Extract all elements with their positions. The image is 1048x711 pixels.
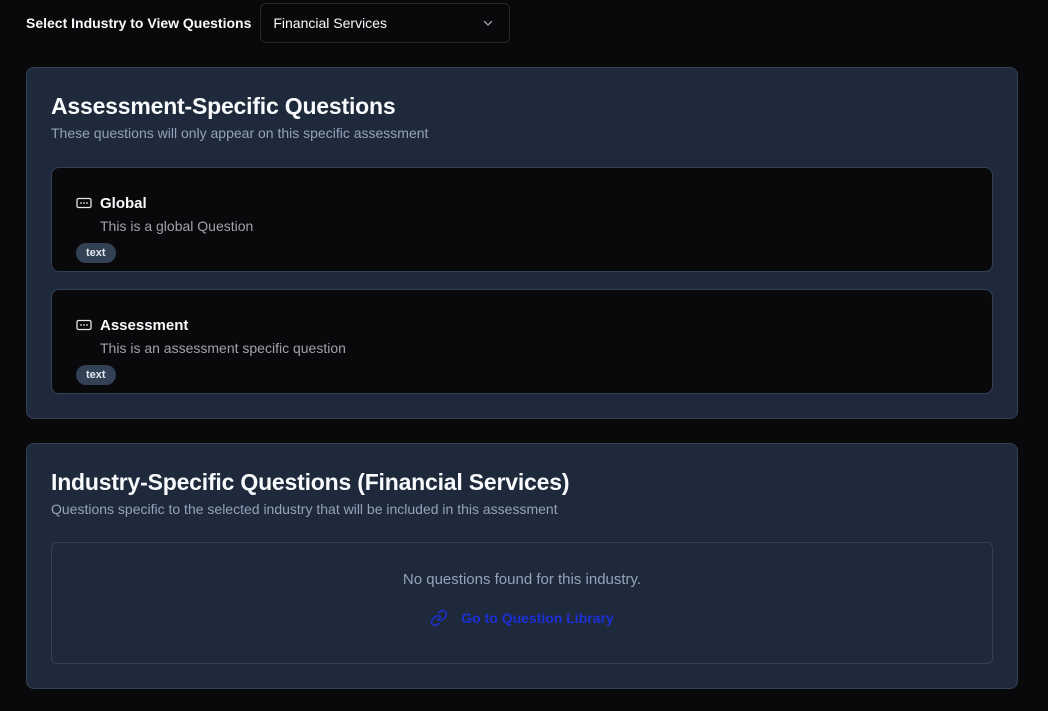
chevron-down-icon — [481, 16, 495, 30]
assessment-questions-title: Assessment-Specific Questions — [51, 93, 396, 119]
text-input-icon — [76, 196, 92, 210]
industry-questions-card: Industry-Specific Questions (Financial S… — [26, 443, 1018, 689]
assessment-questions-card: Assessment-Specific Questions These ques… — [26, 67, 1018, 419]
empty-state: No questions found for this industry. Go… — [51, 542, 993, 664]
question-title: Assessment — [100, 317, 189, 334]
industry-questions-title: Industry-Specific Questions (Financial S… — [51, 469, 570, 495]
industry-filter: Select Industry to View Questions Financ… — [26, 3, 511, 43]
text-input-icon — [76, 318, 92, 332]
question-text: This is a global Question — [100, 218, 254, 234]
industry-filter-label: Select Industry to View Questions — [26, 15, 252, 31]
question-text: This is an assessment specific question — [100, 340, 346, 356]
question-item[interactable]: Global This is a global Question text — [51, 167, 993, 272]
link-icon — [430, 609, 448, 627]
question-library-link-label: Go to Question Library — [461, 610, 614, 626]
industry-questions-description: Questions specific to the selected indus… — [51, 501, 558, 517]
assessment-questions-description: These questions will only appear on this… — [51, 125, 429, 141]
question-item[interactable]: Assessment This is an assessment specifi… — [51, 289, 993, 394]
question-library-link[interactable]: Go to Question Library — [52, 609, 992, 627]
empty-state-message: No questions found for this industry. — [402, 571, 642, 588]
question-type-badge: text — [76, 243, 116, 263]
question-title: Global — [100, 195, 147, 212]
industry-select-value: Financial Services — [273, 15, 387, 31]
question-type-badge: text — [76, 365, 116, 385]
industry-select[interactable]: Financial Services — [260, 3, 511, 43]
